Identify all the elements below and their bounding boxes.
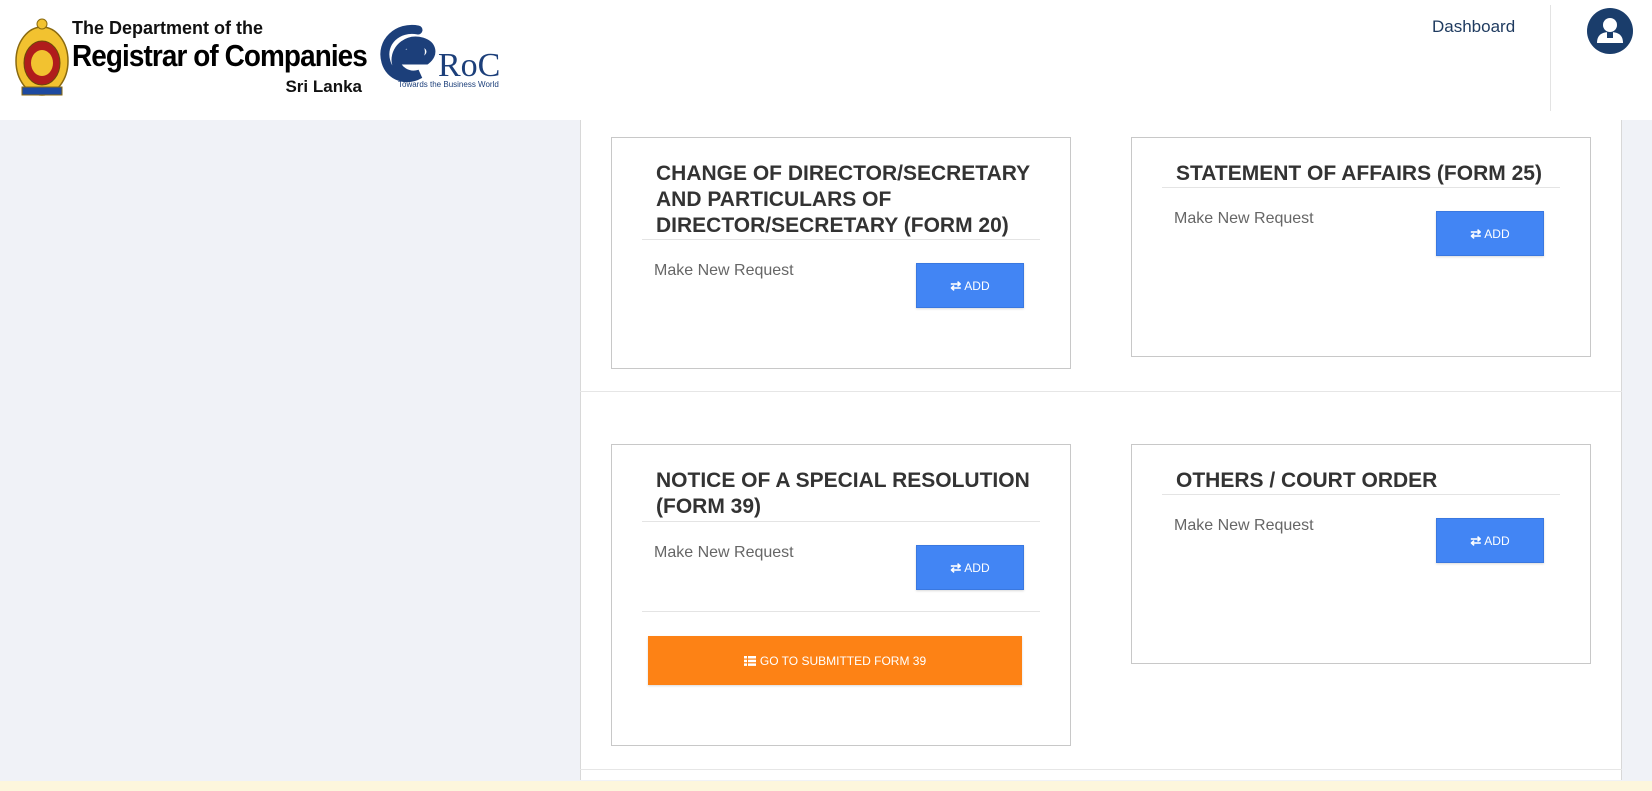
card-divider — [642, 239, 1040, 240]
make-new-request-label: Make New Request — [654, 544, 794, 561]
row-divider — [580, 391, 1622, 392]
card-form-20: CHANGE OF DIRECTOR/SECRETARY AND PARTICU… — [611, 137, 1071, 369]
dept-line-1: The Department of the — [72, 18, 264, 38]
card-form-25: STATEMENT OF AFFAIRS (FORM 25) Make New … — [1131, 137, 1591, 357]
card-title-form-20: CHANGE OF DIRECTOR/SECRETARY AND PARTICU… — [656, 162, 1030, 237]
add-button-label: ADD — [1484, 226, 1510, 241]
make-new-request-label: Make New Request — [654, 262, 794, 279]
card-divider — [1162, 187, 1560, 188]
card-form-39: NOTICE OF A SPECIAL RESOLUTION (FORM 39)… — [611, 444, 1071, 746]
eroc-tagline: Towards the Business World — [398, 80, 499, 89]
card-divider — [1162, 494, 1560, 495]
add-form-39-button[interactable]: ⇄ ADD — [916, 545, 1024, 590]
make-new-request-label: Make New Request — [1174, 517, 1314, 534]
add-form-20-button[interactable]: ⇄ ADD — [916, 263, 1024, 308]
dept-line-3: Sri Lanka — [285, 77, 362, 96]
sri-lanka-emblem-icon — [15, 18, 69, 96]
exchange-icon: ⇄ — [1470, 225, 1482, 241]
card-divider — [642, 521, 1040, 522]
user-icon — [1597, 18, 1623, 43]
card-court-order: OTHERS / COURT ORDER Make New Request ⇄ … — [1131, 444, 1591, 664]
go-to-submitted-form-39-button[interactable]: GO TO SUBMITTED FORM 39 — [648, 636, 1022, 685]
add-court-order-button[interactable]: ⇄ ADD — [1436, 518, 1544, 563]
registrar-logo[interactable]: The Department of the Registrar of Compa… — [14, 16, 368, 100]
add-button-label: ADD — [964, 278, 990, 293]
card-divider — [642, 611, 1040, 612]
nav-dashboard-link[interactable]: Dashboard — [1432, 17, 1515, 37]
row-divider — [580, 769, 1622, 770]
site-header: The Department of the Registrar of Compa… — [0, 0, 1652, 120]
table-list-icon — [743, 655, 756, 666]
card-title-court-order: OTHERS / COURT ORDER — [1176, 469, 1438, 492]
add-button-label: ADD — [1484, 533, 1510, 548]
dept-line-2: Registrar of Companies — [72, 38, 368, 73]
eroc-logo-text: RoC — [438, 47, 500, 84]
exchange-icon: ⇄ — [950, 277, 962, 293]
department-name: The Department of the Registrar of Compa… — [72, 16, 368, 100]
nav-divider — [1550, 5, 1551, 111]
exchange-icon: ⇄ — [1470, 532, 1482, 548]
user-avatar-button[interactable] — [1587, 8, 1633, 54]
card-title-form-39: NOTICE OF A SPECIAL RESOLUTION (FORM 39) — [656, 469, 1030, 518]
add-button-label: ADD — [964, 560, 990, 575]
make-new-request-label: Make New Request — [1174, 210, 1314, 227]
submitted-button-label: GO TO SUBMITTED FORM 39 — [759, 653, 927, 668]
card-title-form-25: STATEMENT OF AFFAIRS (FORM 25) — [1176, 162, 1542, 185]
add-form-25-button[interactable]: ⇄ ADD — [1436, 211, 1544, 256]
exchange-icon: ⇄ — [950, 559, 962, 575]
bottom-notice-bar — [0, 781, 1652, 791]
